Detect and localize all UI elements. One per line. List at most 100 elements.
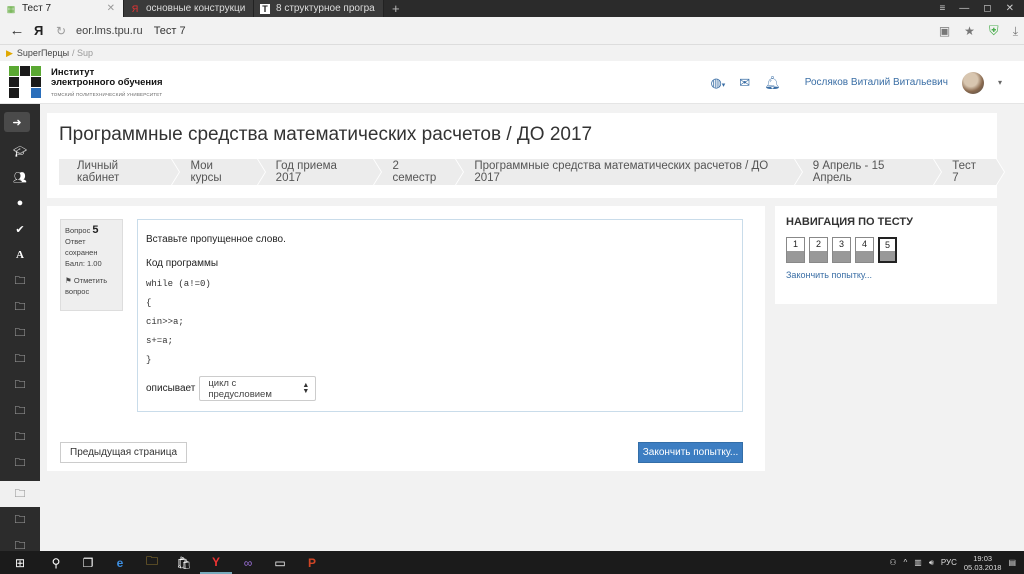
- flag-icon: ⚑: [65, 276, 72, 285]
- volume-icon[interactable]: 🔊︎: [929, 558, 934, 568]
- quiz-navigation: НАВИГАЦИЯ ПО ТЕСТУ 1 2 3 4 5 Закончить п…: [775, 206, 997, 304]
- breadcrumb-item[interactable]: 9 Апрель - 15 Апрель: [794, 159, 943, 185]
- browser-tab-active[interactable]: ▦ Тест 7 ✕: [0, 0, 124, 17]
- sidebar-toggle-icon[interactable]: ➜: [4, 112, 30, 132]
- file-explorer-icon[interactable]: 🗀︎: [136, 551, 168, 574]
- code-line: {: [146, 298, 152, 308]
- powerpoint-icon[interactable]: P: [296, 551, 328, 574]
- task-view-icon[interactable]: ❐: [72, 551, 104, 574]
- breadcrumb-item[interactable]: Тест 7: [934, 159, 1005, 185]
- language-indicator[interactable]: РУС: [941, 558, 957, 567]
- browser-tab[interactable]: Я основные конструкции стр: [124, 0, 254, 17]
- site-header: Институт электронного обучения ТОМСКИЙ П…: [0, 61, 1024, 104]
- download-icon[interactable]: ⤓: [1013, 24, 1018, 39]
- search-icon[interactable]: ⚲: [40, 551, 72, 574]
- network-icon[interactable]: ▥: [914, 558, 922, 567]
- yandex-browser-icon[interactable]: Y: [200, 551, 232, 574]
- breadcrumb-item[interactable]: Год приема 2017: [257, 159, 383, 185]
- code-block: while (a!=0) { cin>>a; s+=a; }: [146, 275, 734, 370]
- edge-icon[interactable]: e: [104, 551, 136, 574]
- person-icon[interactable]: ⚇: [889, 558, 896, 567]
- font-icon[interactable]: A: [0, 242, 40, 268]
- close-icon[interactable]: ✕: [1006, 3, 1014, 14]
- mail-icon[interactable]: ✉: [739, 75, 750, 91]
- back-arrow-icon[interactable]: ←: [0, 22, 34, 39]
- breadcrumb-item[interactable]: Личный кабинет: [59, 159, 181, 185]
- window-controls: ≡ — ◻ ✕: [939, 0, 1024, 17]
- header-actions: ◍▾ ✉ 🔔︎ Росляков Виталий Витальевич ▾: [710, 61, 1002, 104]
- code-line: cin>>a;: [146, 317, 184, 327]
- check-circle-icon[interactable]: ✔: [0, 216, 40, 242]
- system-tray: ⚇ ^ ▥ 🔊︎ РУС 19:03 05.03.2018 ▤: [889, 551, 1024, 574]
- minimize-icon[interactable]: —: [959, 3, 969, 14]
- question-number: 5: [92, 224, 99, 236]
- tab-title: 8 структурное программир: [276, 3, 375, 14]
- folder-icon[interactable]: 🗀︎: [0, 424, 40, 450]
- monitor-icon[interactable]: ▭: [264, 551, 296, 574]
- folder-icon[interactable]: 🗀︎: [0, 507, 40, 533]
- notifications-icon[interactable]: ▤: [1008, 558, 1016, 567]
- windows-start-icon[interactable]: ⊞: [0, 551, 40, 574]
- tab-title: Тест 7: [22, 3, 52, 14]
- visual-studio-icon[interactable]: ∞: [232, 551, 264, 574]
- folder-icon[interactable]: 🗀︎: [0, 294, 40, 320]
- quiz-nav-page-button-current[interactable]: 5: [878, 237, 897, 263]
- finish-attempt-button[interactable]: Закончить попытку...: [638, 442, 743, 463]
- bookmark-item[interactable]: SuperПерцы: [17, 48, 69, 58]
- quiz-nav-page-button[interactable]: 1: [786, 237, 805, 263]
- question-label: Вопрос: [65, 226, 91, 235]
- clock[interactable]: 19:03 05.03.2018: [964, 554, 1002, 572]
- folder-icon[interactable]: 🗀︎: [0, 481, 40, 507]
- user-name[interactable]: Росляков Виталий Витальевич: [805, 77, 948, 88]
- bookmark-item[interactable]: / Sup: [72, 48, 93, 58]
- new-tab-button[interactable]: +: [384, 0, 408, 17]
- reload-icon[interactable]: ↻: [56, 24, 76, 38]
- folder-icon[interactable]: 🗀︎: [0, 320, 40, 346]
- reader-icon[interactable]: ▣: [939, 24, 950, 38]
- play-icon: ▶: [6, 47, 13, 58]
- green-grid-icon: ▦: [6, 3, 16, 14]
- yandex-button[interactable]: Я: [34, 23, 56, 38]
- store-icon[interactable]: 🛍︎: [168, 551, 200, 574]
- breadcrumb-item[interactable]: Программные средства математических расч…: [456, 159, 804, 185]
- circle-icon[interactable]: ●: [0, 190, 40, 216]
- folder-icon[interactable]: 🗀︎: [0, 450, 40, 476]
- quiz-nav-page-button[interactable]: 2: [809, 237, 828, 263]
- answer-select[interactable]: цикл с предусловием ▲ ▼: [199, 376, 317, 401]
- page-title: Программные средства математических расч…: [59, 124, 593, 145]
- yandex-icon: Я: [131, 3, 139, 14]
- institute-logo[interactable]: [9, 66, 41, 99]
- finish-attempt-link[interactable]: Закончить попытку...: [786, 270, 986, 280]
- maximize-icon[interactable]: ◻: [983, 3, 991, 14]
- flag-question-button[interactable]: ⚑ Отметить вопрос: [65, 275, 118, 297]
- breadcrumb-item[interactable]: 2 семестр: [374, 159, 465, 185]
- graduation-cap-icon[interactable]: 🎓︎: [0, 138, 40, 164]
- url-field[interactable]: eor.lms.tpu.ru Тест 7: [76, 25, 186, 37]
- code-line: while (a!=0): [146, 279, 211, 289]
- avatar[interactable]: [961, 71, 984, 94]
- chevron-up-icon[interactable]: ^: [903, 558, 907, 567]
- previous-page-button[interactable]: Предыдущая страница: [60, 442, 188, 463]
- clock-date: 05.03.2018: [963, 562, 1002, 572]
- chevron-down-icon[interactable]: ▾: [998, 78, 1002, 87]
- bell-icon[interactable]: 🔔︎: [764, 75, 781, 91]
- close-icon[interactable]: ✕: [107, 3, 115, 14]
- users-icon[interactable]: 👥︎: [0, 164, 40, 190]
- folder-icon[interactable]: 🗀︎: [0, 372, 40, 398]
- shield-icon[interactable]: ⛨: [989, 23, 999, 39]
- browser-tab[interactable]: T 8 структурное программир: [254, 0, 384, 17]
- folder-icon[interactable]: 🗀︎: [0, 346, 40, 372]
- folder-icon[interactable]: 🗀︎: [0, 268, 40, 294]
- tab-title: основные конструкции стр: [146, 3, 245, 14]
- quiz-nav-page-button[interactable]: 4: [855, 237, 874, 263]
- star-icon[interactable]: ★: [964, 24, 975, 38]
- menu-icon[interactable]: ≡: [939, 3, 945, 14]
- answer-prefix: описывает: [146, 383, 196, 394]
- answer-row: описывает цикл с предусловием ▲ ▼: [146, 376, 734, 401]
- folder-icon[interactable]: 🗀︎: [0, 398, 40, 424]
- globe-icon[interactable]: ◍▾: [710, 75, 725, 91]
- breadcrumb-item[interactable]: Мои курсы: [172, 159, 266, 185]
- quiz-navigation-buttons: 1 2 3 4 5: [786, 237, 986, 263]
- clock-time: 19:03: [973, 553, 993, 563]
- quiz-nav-page-button[interactable]: 3: [832, 237, 851, 263]
